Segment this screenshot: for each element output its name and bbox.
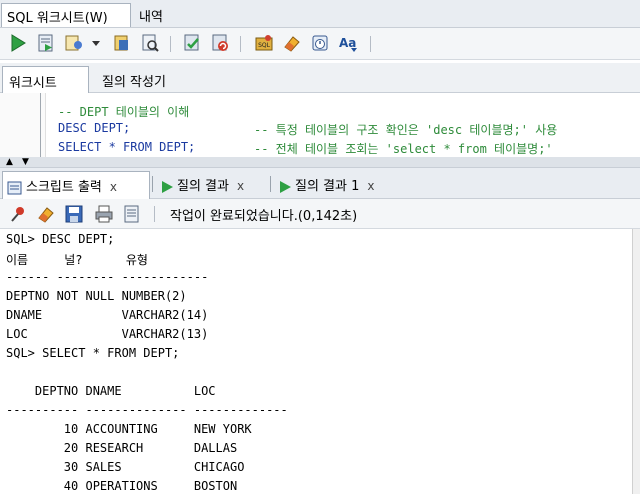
tab-query-result[interactable]: 질의 결과 x [156, 171, 248, 199]
tab-history[interactable]: 내역 [134, 3, 174, 27]
output-scrollbar[interactable] [632, 229, 640, 494]
output-line: DEPTNO NOT NULL NUMBER(2) [6, 289, 187, 303]
collapse-up-icon[interactable]: ▲ [6, 158, 13, 167]
collapse-down-icon[interactable]: ▼ [22, 158, 29, 167]
output-tab-bar: 스크립트 출력 x 질의 결과 x 질의 결과 1 x [0, 167, 640, 199]
query-result-icon [162, 180, 173, 193]
output-toolbar: 작업이 완료되었습니다.(0,142초) [0, 199, 640, 229]
toolbar-separator [170, 36, 171, 52]
worksheet-subtab-bar: 워크시트 질의 작성기 [0, 63, 640, 93]
code-line-3: SELECT * FROM DEPT; -- 전체 테이블 조회는 'select… [58, 140, 553, 156]
code-line-2-comment: -- 특정 테이블의 구조 확인은 'desc 테이블명;' 사용 [254, 123, 558, 137]
code-line-1: -- DEPT 테이블의 이해 [58, 105, 190, 119]
output-line: SQL> DESC DEPT; [6, 232, 115, 246]
worksheet-toolbar: SQL Aa [0, 28, 640, 60]
output-line: 40 OPERATIONS BOSTON [6, 479, 238, 493]
code-line-3-comment: -- 전체 테이블 조회는 'select * from 테이블명;' [254, 142, 553, 156]
toolbar-separator [240, 36, 241, 52]
close-icon[interactable]: x [110, 180, 117, 194]
output-line: DEPTNO DNAME LOC [6, 384, 216, 398]
clear-eraser-icon[interactable] [36, 204, 56, 224]
top-tab-bar: SQL 워크시트(W) 내역 [0, 0, 640, 28]
tab-divider [152, 176, 153, 192]
script-output-icon [7, 181, 22, 194]
output-line: 이름 널? 유형 [6, 253, 148, 267]
tab-query-builder[interactable]: 질의 작성기 [96, 66, 172, 93]
tab-sql-worksheet[interactable]: SQL 워크시트(W) [1, 3, 131, 27]
print-icon[interactable] [94, 204, 114, 224]
output-line: 10 ACCOUNTING NEW YORK [6, 422, 252, 436]
query-result-icon [280, 180, 291, 193]
code-line-2-statement: DESC DEPT; [58, 121, 131, 135]
change-case-icon[interactable]: Aa [338, 33, 360, 53]
svg-text:Aa: Aa [339, 36, 356, 50]
code-line-2: DESC DEPT; -- 특정 테이블의 구조 확인은 'desc 테이블명;'… [58, 121, 557, 137]
output-line: 30 SALES CHICAGO [6, 460, 245, 474]
toolbar-separator [154, 206, 155, 222]
output-line: 20 RESEARCH DALLAS [6, 441, 238, 455]
output-line: ------ -------- ------------ [6, 270, 209, 284]
run-script-icon[interactable] [36, 33, 56, 53]
tab-script-output-label: 스크립트 출력 [26, 180, 102, 195]
autotrace-icon[interactable] [64, 33, 84, 53]
pin-icon[interactable] [8, 204, 28, 224]
pane-splitter[interactable]: ▲ ▼ [0, 157, 640, 167]
explain-plan-icon[interactable] [112, 33, 132, 53]
script-output-icon[interactable] [122, 204, 142, 224]
output-line: SQL> SELECT * FROM DEPT; [6, 346, 180, 360]
svg-text:SQL: SQL [258, 42, 271, 49]
close-icon[interactable]: x [237, 179, 244, 193]
tab-worksheet[interactable]: 워크시트 [2, 66, 89, 93]
output-line: LOC VARCHAR2(13) [6, 327, 209, 341]
script-output-area[interactable]: SQL> DESC DEPT; 이름 널? 유형 ------ -------- -… [0, 229, 632, 494]
tab-query-result-1[interactable]: 질의 결과 1 x [274, 171, 379, 199]
status-message: 작업이 완료되었습니다.(0,142초) [170, 209, 358, 224]
tab-divider [270, 176, 271, 192]
close-icon[interactable]: x [367, 179, 374, 193]
save-icon[interactable] [64, 204, 84, 224]
clear-eraser-icon[interactable] [282, 33, 302, 53]
code-line-3-statement: SELECT * FROM DEPT; [58, 140, 196, 154]
autotrace-dropdown-icon[interactable] [90, 33, 102, 53]
rollback-icon[interactable] [210, 33, 230, 53]
run-statement-icon[interactable] [8, 33, 28, 53]
tab-query-result-label: 질의 결과 [177, 179, 229, 194]
commit-icon[interactable] [182, 33, 202, 53]
sql-history-icon[interactable]: SQL [254, 33, 274, 53]
tab-query-result-1-label: 질의 결과 1 [295, 179, 360, 194]
sql-editor[interactable]: -- DEPT 테이블의 이해 DESC DEPT; -- 특정 테이블의 구조 … [0, 93, 640, 157]
output-line: DNAME VARCHAR2(14) [6, 308, 209, 322]
output-line: ---------- -------------- ------------- [6, 403, 288, 417]
timer-icon[interactable] [310, 33, 330, 53]
tab-script-output[interactable]: 스크립트 출력 x [2, 171, 150, 199]
editor-gutter-border [40, 93, 41, 157]
sql-tuning-icon[interactable] [140, 33, 160, 53]
toolbar-separator [370, 36, 371, 52]
